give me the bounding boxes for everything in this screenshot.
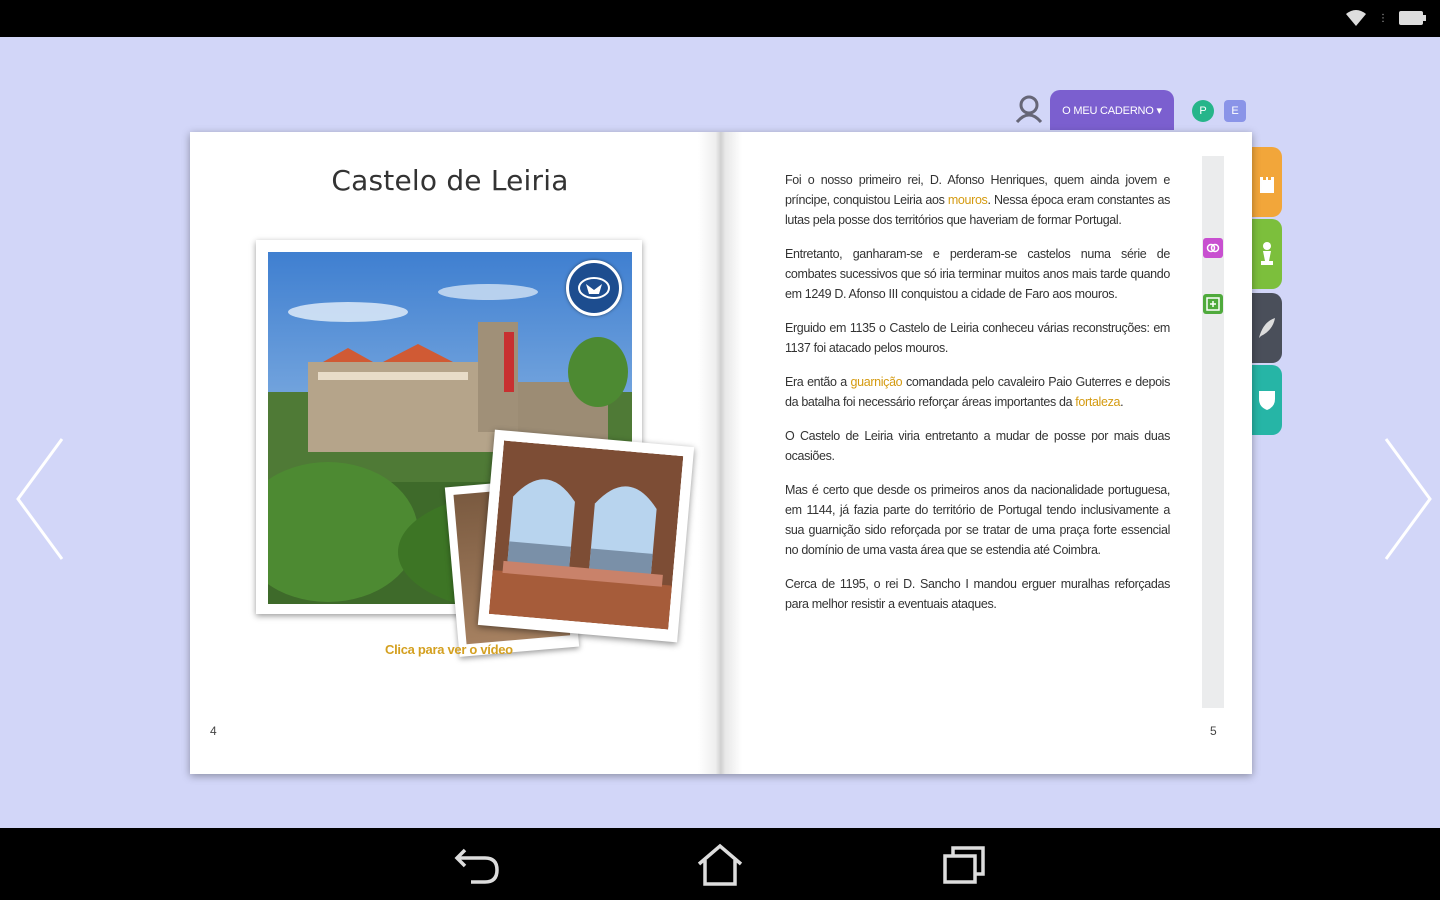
notebook-dropdown[interactable]: O MEU CADERNO ▾ [1050, 90, 1174, 130]
text-run: . [1120, 395, 1124, 409]
home-icon [697, 843, 743, 886]
tab-castle[interactable] [1252, 147, 1282, 217]
chevron-right-icon[interactable] [1378, 434, 1438, 564]
paragraph: Cerca de 1195, o rei D. Sancho I mandou … [785, 574, 1170, 614]
paragraph: Mas é certo que desde os primeiros anos … [785, 480, 1170, 560]
tab-feather[interactable] [1252, 293, 1282, 363]
profile-circle-button[interactable]: P [1192, 100, 1214, 122]
paragraph: Foi o nosso primeiro rei, D. Afonso Henr… [785, 170, 1170, 230]
feather-icon [1259, 318, 1275, 338]
battery-icon [1399, 11, 1426, 25]
recent-apps-icon [943, 846, 985, 884]
status-bar: ⋮ [0, 0, 1440, 37]
arches-image [488, 440, 684, 630]
text-run: Era então a [785, 375, 851, 389]
article-text: Foi o nosso primeiro rei, D. Afonso Henr… [785, 170, 1170, 628]
reader-stage: O MEU CADERNO ▾ P E Castelo de Leiria Cl… [0, 37, 1440, 828]
paragraph: O Castelo de Leiria viria entretanto a m… [785, 426, 1170, 466]
page-title: Castelo de Leiria [331, 164, 569, 197]
video-caption-link[interactable]: Clica para ver o vídeo [385, 642, 513, 657]
page-number-right: 5 [1210, 724, 1217, 738]
glossary-link-mouros[interactable]: mouros [948, 193, 988, 207]
wifi-icon [1346, 10, 1366, 26]
recent-apps-button[interactable] [934, 838, 994, 890]
chess-piece-icon [1261, 242, 1273, 265]
text-run: Entretanto, ganharam-se e perderam-se ca… [785, 247, 1170, 301]
home-button[interactable] [690, 838, 750, 890]
castle-icon [1260, 177, 1274, 193]
text-run: Erguido em 1135 o Castelo de Leiria conh… [785, 321, 1170, 355]
page-number-left: 4 [210, 724, 217, 738]
video-badge-icon[interactable] [566, 260, 622, 316]
tab-shield[interactable] [1252, 365, 1282, 435]
edit-square-button[interactable]: E [1224, 100, 1246, 122]
glossary-link-guarnicao[interactable]: guarnição [851, 375, 903, 389]
back-button[interactable] [448, 838, 508, 890]
book-spread: Castelo de Leiria Clica para ver o vídeo… [190, 132, 1252, 774]
arches-photo[interactable] [477, 429, 695, 643]
text-run: Mas é certo que desde os primeiros anos … [785, 483, 1170, 557]
signal-dots-icon: ⋮ [1378, 12, 1388, 24]
chevron-left-icon[interactable] [10, 434, 70, 564]
tab-chess[interactable] [1252, 219, 1282, 289]
link-icon[interactable] [1203, 238, 1223, 258]
glossary-link-fortaleza[interactable]: fortaleza [1075, 395, 1120, 409]
text-run: O Castelo de Leiria viria entretanto a m… [785, 429, 1170, 463]
navigation-bar [0, 828, 1440, 900]
text-run: Cerca de 1195, o rei D. Sancho I mandou … [785, 577, 1170, 611]
shield-icon [1259, 391, 1275, 410]
back-arrow-icon [454, 848, 499, 884]
status-icons: ⋮ [1344, 8, 1428, 28]
note-add-icon[interactable] [1203, 294, 1223, 314]
paragraph: Erguido em 1135 o Castelo de Leiria conh… [785, 318, 1170, 358]
paragraph: Entretanto, ganharam-se e perderam-se ca… [785, 244, 1170, 304]
paragraph: Era então a guarnição comandada pelo cav… [785, 372, 1170, 412]
book-spine [698, 132, 742, 774]
user-icon[interactable] [1014, 94, 1044, 124]
